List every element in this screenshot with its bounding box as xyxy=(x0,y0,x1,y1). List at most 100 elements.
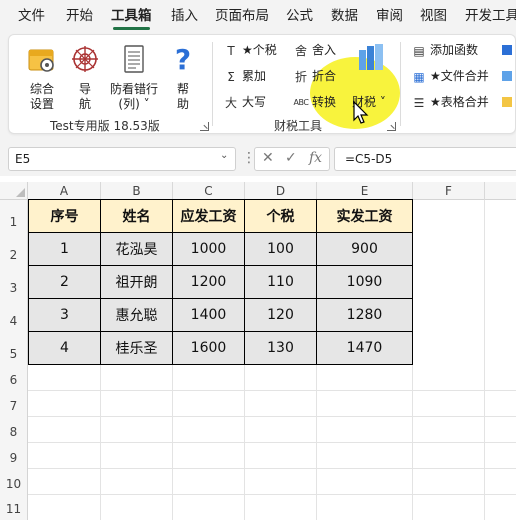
column-header-d[interactable]: D xyxy=(245,182,317,200)
column-header-a[interactable]: A xyxy=(28,182,101,200)
menu-bar: 文件 开始 工具箱 插入 页面布局 公式 数据 审阅 视图 开发工具 xyxy=(0,0,516,32)
row-column-guard-button[interactable]: 防看错行 (列) ˅ xyxy=(106,44,162,112)
row-header-3[interactable]: 3 xyxy=(0,266,28,299)
tab-developer[interactable]: 开发工具 xyxy=(465,0,516,32)
table-cell[interactable]: 1280 xyxy=(317,299,413,332)
table-cell[interactable]: 130 xyxy=(245,332,317,365)
header-cell-index[interactable]: 序号 xyxy=(29,200,101,233)
table-cell[interactable]: 桂乐圣 xyxy=(101,332,173,365)
file-merge-button[interactable]: ▦ ★文件合并 xyxy=(410,65,488,87)
settings-button[interactable]: 综合 设置 xyxy=(24,44,60,112)
select-all-corner[interactable] xyxy=(0,182,28,200)
document-icon xyxy=(106,44,162,78)
confirm-icon[interactable]: ✓ xyxy=(285,150,297,166)
text-icon: T xyxy=(227,43,235,58)
row-header-10[interactable]: 10 xyxy=(0,469,28,495)
row-header-6[interactable]: 6 xyxy=(0,365,28,391)
transform-button[interactable]: ABC 转换 xyxy=(292,91,336,113)
table-cell[interactable]: 祖开朗 xyxy=(101,266,173,299)
overflow-icon-3 xyxy=(502,97,512,107)
help-button[interactable]: ? 帮 助 xyxy=(168,43,198,112)
table-cell[interactable]: 100 xyxy=(245,233,317,266)
column-header-e[interactable]: E xyxy=(317,182,413,200)
row-header-11[interactable]: 11 xyxy=(0,495,28,520)
header-cell-net-pay[interactable]: 实发工资 xyxy=(317,200,413,233)
cancel-icon[interactable]: ✕ xyxy=(262,150,274,166)
formula-input[interactable]: =C5-D5 xyxy=(334,147,516,171)
navigation-button[interactable]: 导 航 xyxy=(70,44,100,112)
table-cell[interactable]: 1090 xyxy=(317,266,413,299)
row-header-4[interactable]: 4 xyxy=(0,299,28,332)
fold-icon: 折 xyxy=(294,69,307,84)
gridline xyxy=(28,494,516,495)
help-icon: ? xyxy=(168,43,198,78)
row-header-5[interactable]: 5 xyxy=(0,332,28,365)
row-header-10-label: 10 xyxy=(5,477,22,491)
row-header-9[interactable]: 9 xyxy=(0,443,28,469)
row-header-2[interactable]: 2 xyxy=(0,233,28,266)
tab-view[interactable]: 视图 xyxy=(420,0,447,32)
convert-amount-button[interactable]: 折折合 xyxy=(292,65,336,87)
name-box[interactable]: E5 xyxy=(8,147,236,171)
round-button[interactable]: 舍舍入 xyxy=(292,39,336,61)
table-cell[interactable]: 4 xyxy=(29,332,101,365)
personal-tax-button[interactable]: T ★个税 xyxy=(222,39,277,61)
insert-function-icon[interactable]: fx xyxy=(309,150,322,166)
table-cell[interactable]: 1400 xyxy=(173,299,245,332)
table-cell[interactable]: 惠允聪 xyxy=(101,299,173,332)
help-label-2: 助 xyxy=(176,97,189,111)
formula-buttons: ✕ ✓ fx xyxy=(254,147,330,171)
table-cell[interactable]: 1200 xyxy=(173,266,245,299)
uppercase-button[interactable]: 大大写 xyxy=(222,91,266,113)
row-header-2-label: 2 xyxy=(9,248,18,262)
uppercase-icon: 大 xyxy=(224,95,237,110)
tab-review[interactable]: 审阅 xyxy=(376,0,403,32)
header-cell-name[interactable]: 姓名 xyxy=(101,200,173,233)
tab-insert[interactable]: 插入 xyxy=(171,0,198,32)
row-header-1-label: 1 xyxy=(9,215,18,229)
test-group-launcher-icon[interactable] xyxy=(200,122,209,131)
table-cell[interactable]: 120 xyxy=(245,299,317,332)
table-cell[interactable]: 110 xyxy=(245,266,317,299)
row-header-7[interactable]: 7 xyxy=(0,391,28,417)
tab-toolbox[interactable]: 工具箱 xyxy=(111,0,152,32)
table-cell[interactable]: 3 xyxy=(29,299,101,332)
tab-formulas[interactable]: 公式 xyxy=(286,0,313,32)
chevron-down-icon[interactable]: ⌄ xyxy=(220,150,228,161)
table-merge-button[interactable]: ☰ ★表格合并 xyxy=(410,91,489,113)
header-cell-gross-pay[interactable]: 应发工资 xyxy=(173,200,245,233)
uppercase-label: 大写 xyxy=(242,95,267,109)
table-cell[interactable]: 2 xyxy=(29,266,101,299)
table-cell[interactable]: 1600 xyxy=(173,332,245,365)
navigation-label-1: 导 xyxy=(78,82,91,96)
column-header-b[interactable]: B xyxy=(101,182,173,200)
table-cell[interactable]: 1 xyxy=(29,233,101,266)
row-header-9-label: 9 xyxy=(9,451,18,465)
column-header-c[interactable]: C xyxy=(173,182,245,200)
accumulate-label: 累加 xyxy=(242,69,267,83)
tab-file[interactable]: 文件 xyxy=(18,0,45,32)
accumulate-button[interactable]: Σ 累加 xyxy=(222,65,266,87)
table-cell[interactable]: 1000 xyxy=(173,233,245,266)
column-header-f[interactable]: F xyxy=(413,182,485,200)
tax-group-label: 财税工具 xyxy=(274,119,323,133)
sum-icon: Σ xyxy=(227,69,235,84)
overflow-icon-1 xyxy=(502,45,512,55)
tab-home[interactable]: 开始 xyxy=(66,0,93,32)
personal-tax-label: ★个税 xyxy=(242,43,277,57)
row-header-11-label: 11 xyxy=(5,502,22,516)
add-function-button[interactable]: ▤ 添加函数 xyxy=(410,39,478,61)
round-label: 舍入 xyxy=(312,43,337,57)
table-cell[interactable]: 900 xyxy=(317,233,413,266)
tax-books-icon xyxy=(356,42,386,75)
header-cell-tax[interactable]: 个税 xyxy=(245,200,317,233)
add-function-label: 添加函数 xyxy=(430,43,479,57)
tab-data[interactable]: 数据 xyxy=(331,0,358,32)
tax-group-launcher-icon[interactable] xyxy=(387,122,396,131)
tab-page-layout[interactable]: 页面布局 xyxy=(215,0,269,32)
table-cell[interactable]: 花泓昊 xyxy=(101,233,173,266)
row-header-1[interactable]: 1 xyxy=(0,200,28,233)
help-label-1: 帮 xyxy=(176,82,189,96)
row-header-8[interactable]: 8 xyxy=(0,417,28,443)
table-cell[interactable]: 1470 xyxy=(317,332,413,365)
